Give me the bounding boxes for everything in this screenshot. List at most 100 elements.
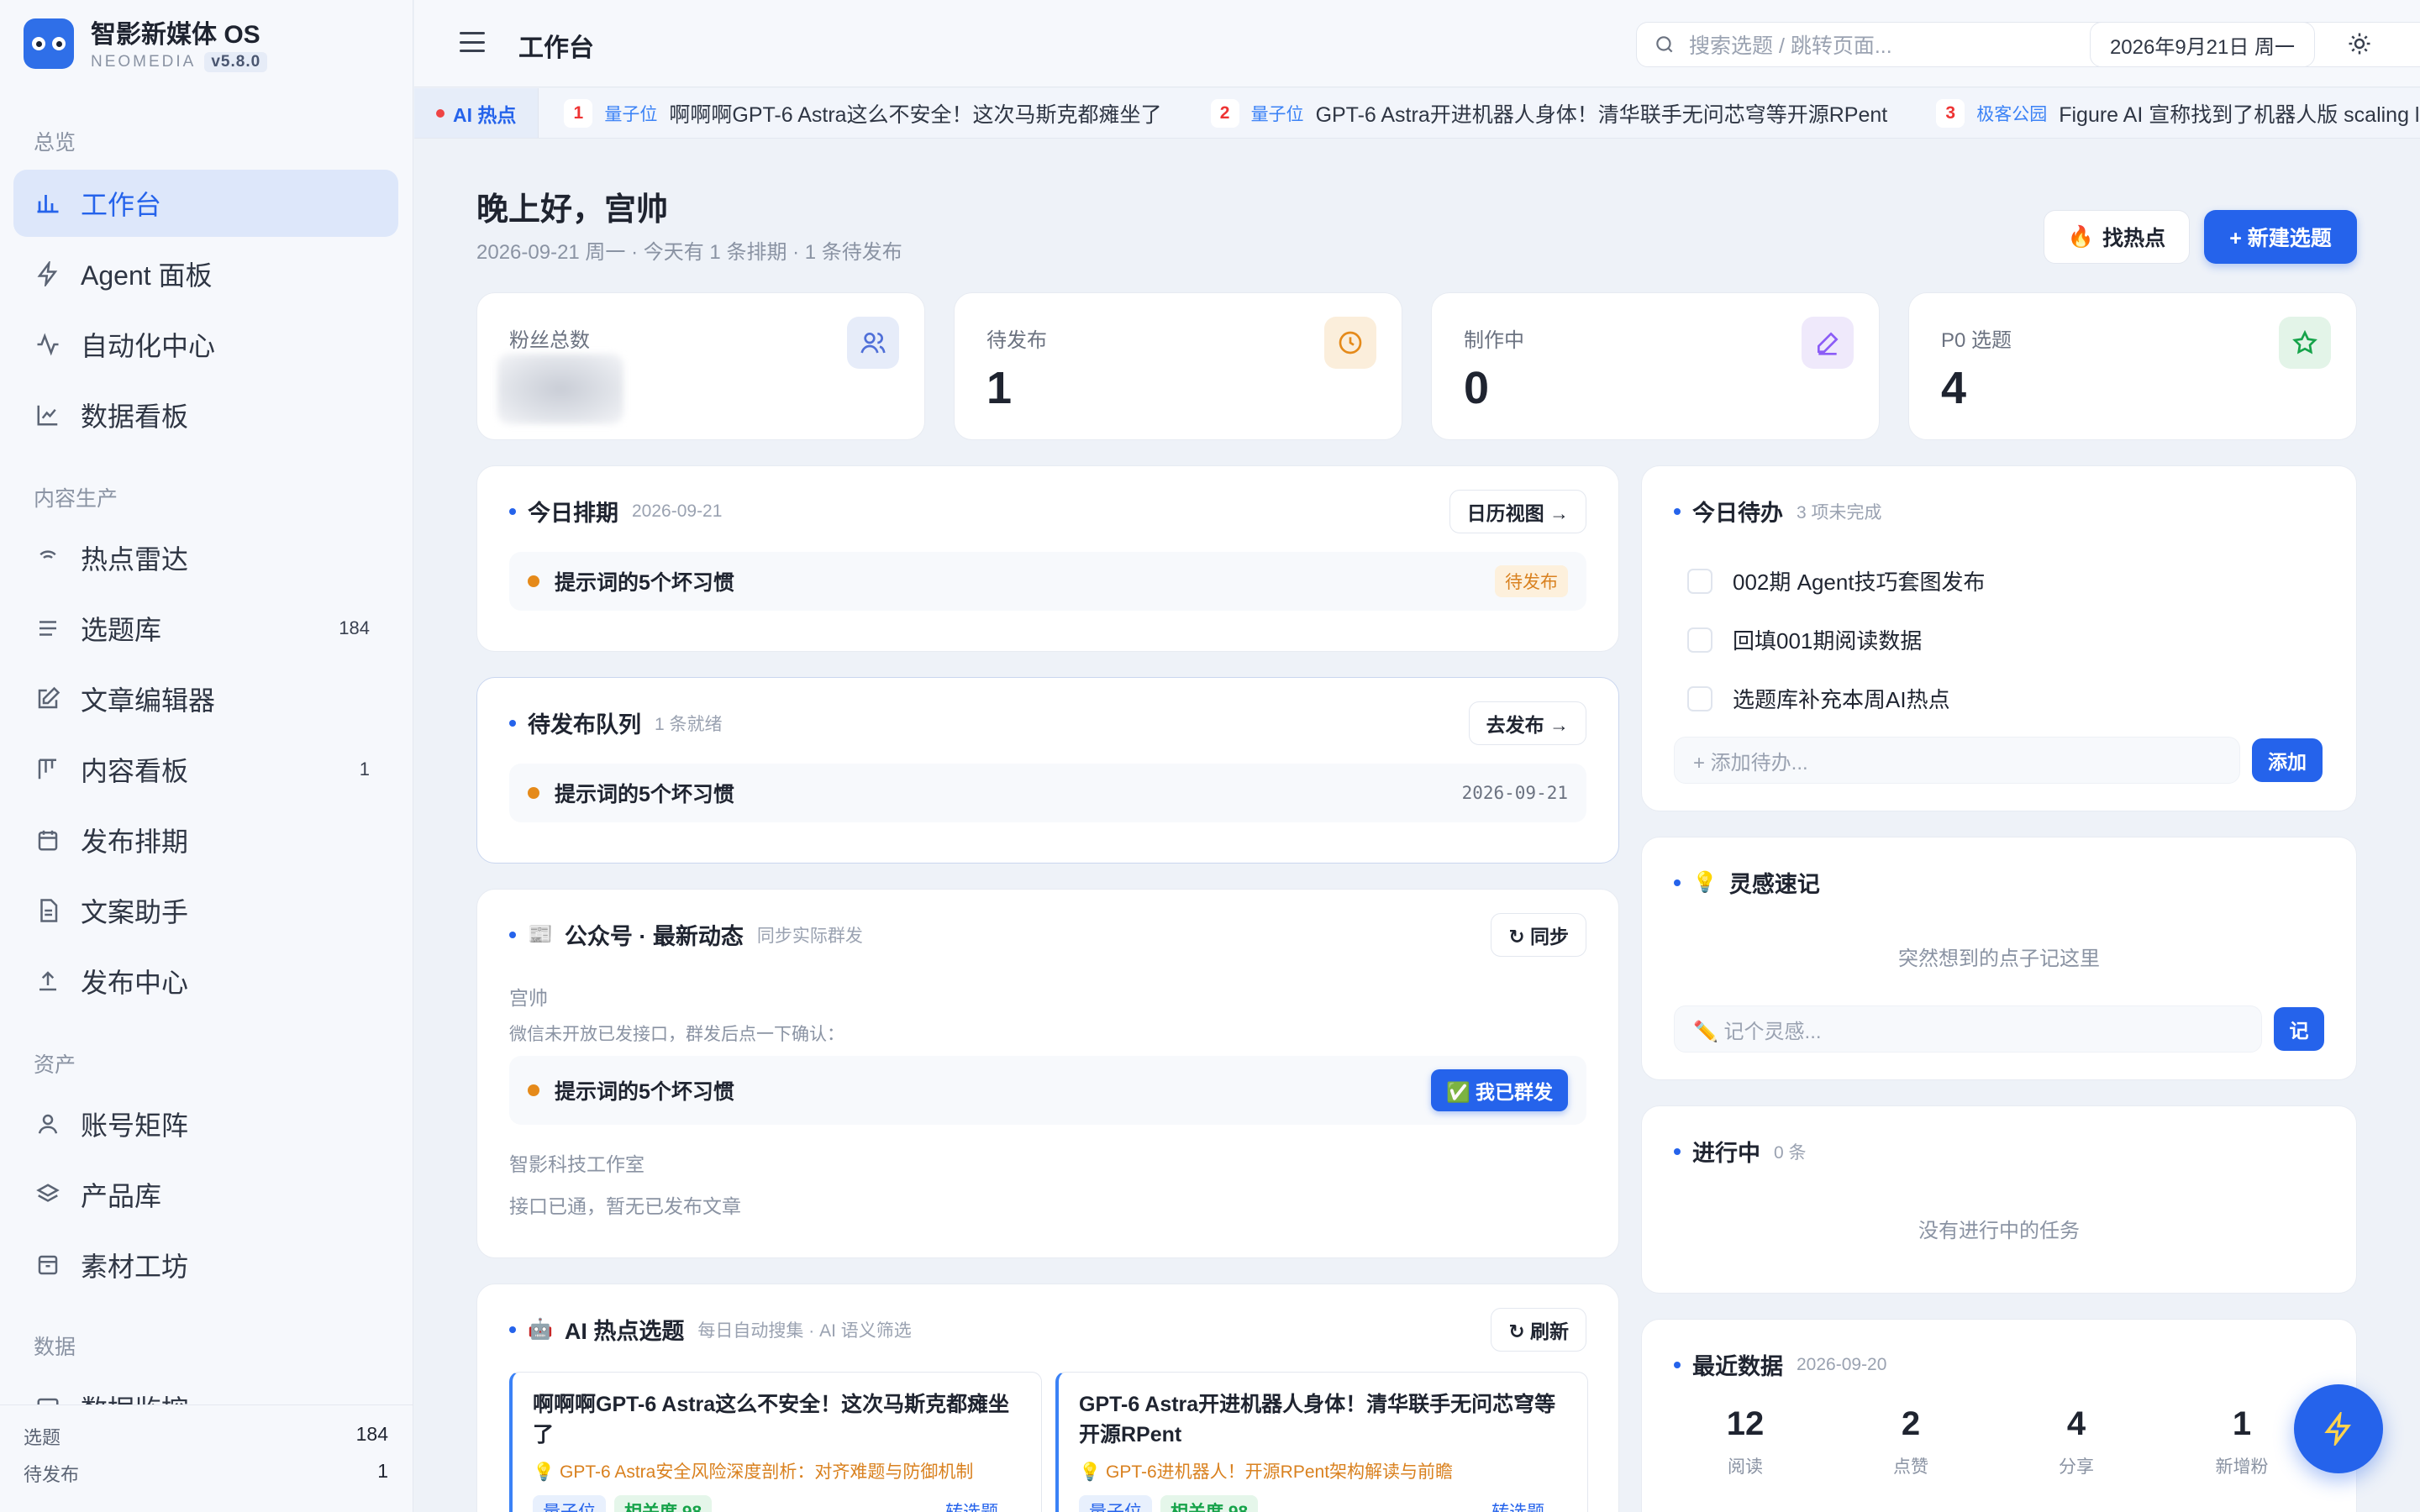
blurred-value bbox=[497, 354, 623, 424]
sidebar-item-content-board[interactable]: 内容看板 1 bbox=[13, 736, 398, 803]
sun-icon[interactable] bbox=[2344, 29, 2375, 59]
hot-topic-card[interactable]: GPT-6 Astra开进机器人身体！清华联手无问芯穹等开源RPent 💡 GP… bbox=[1055, 1372, 1588, 1512]
find-hot-button[interactable]: 🔥 找热点 bbox=[2044, 210, 2190, 264]
star-icon bbox=[2279, 317, 2331, 369]
radar-icon bbox=[34, 543, 62, 572]
schedule-row[interactable]: 提示词的5个坏习惯 待发布 bbox=[509, 552, 1586, 611]
archive-icon bbox=[34, 1251, 62, 1279]
kpi-pending: 待发布 1 bbox=[954, 292, 1402, 440]
ticker-item[interactable]: 2 量子位 GPT-6 Astra开进机器人身体！清华联手无问芯穹等开源RPent bbox=[1210, 98, 1887, 129]
todo-item[interactable]: 002期 Agent技巧套图发布 bbox=[1687, 565, 1986, 596]
greeting-title: 晚上好，宫帅 bbox=[476, 192, 669, 228]
kpi-p0-topics: P0 选题 4 bbox=[1908, 292, 2357, 440]
list-icon bbox=[34, 614, 62, 643]
newspaper-icon: 📰 bbox=[528, 923, 553, 946]
stat-topics: 选题 184 bbox=[24, 1423, 388, 1448]
sidebar-item-topic-library[interactable]: 选题库 184 bbox=[13, 595, 398, 662]
lightning-icon bbox=[2324, 1412, 2351, 1446]
refresh-button[interactable]: ↻ 刷新 bbox=[1491, 1308, 1586, 1352]
kpi-in-production: 制作中 0 bbox=[1431, 292, 1880, 440]
new-topic-button[interactable]: + 新建选题 bbox=[2204, 210, 2357, 264]
status-badge: 待发布 bbox=[1495, 565, 1568, 597]
ideas-card: 💡 灵感速记 突然想到的点子记这里 ✏️ 记个灵感... 记 bbox=[1641, 837, 2357, 1080]
ai-hot-topics-card: 🤖 AI 热点选题 每日自动搜集 · AI 语义筛选 ↻ 刷新 啊啊啊GPT-6 A… bbox=[476, 1284, 1619, 1512]
to-topic-link[interactable]: 转选题 → bbox=[1491, 1499, 1567, 1512]
todo-item[interactable]: 回填001期阅读数据 bbox=[1687, 624, 1922, 655]
document-icon bbox=[34, 896, 62, 925]
todo-checkbox[interactable] bbox=[1687, 627, 1712, 653]
sidebar-item-automation[interactable]: 自动化中心 bbox=[13, 311, 398, 378]
sidebar-item-asset-workshop[interactable]: 素材工坊 bbox=[13, 1231, 398, 1299]
idea-input[interactable]: ✏️ 记个灵感... bbox=[1674, 1005, 2262, 1053]
kanban-icon bbox=[34, 755, 62, 784]
date-display: 2026年9月21日 周一 bbox=[2090, 22, 2315, 67]
ticker-item[interactable]: 1 量子位 啊啊啊GPT-6 Astra这么不安全！这次马斯克都瘫坐了 bbox=[564, 98, 1162, 129]
sidebar-item-workbench[interactable]: 工作台 bbox=[13, 170, 398, 237]
sidebar-item-data-board[interactable]: 数据看板 bbox=[13, 381, 398, 449]
quick-action-button[interactable] bbox=[2294, 1384, 2383, 1473]
sidebar-item-hot-radar[interactable]: 热点雷达 bbox=[13, 524, 398, 591]
hot-ticker: AI 热点 1 量子位 啊啊啊GPT-6 Astra这么不安全！这次马斯克都瘫坐了 … bbox=[414, 88, 2420, 139]
version-badge: v5.8.0 bbox=[204, 52, 268, 72]
account-name: 宫帅 bbox=[509, 987, 548, 1009]
layers-icon bbox=[34, 1180, 62, 1209]
line-chart-icon bbox=[34, 401, 62, 429]
todo-item[interactable]: 选题库补充本周AI热点 bbox=[1687, 683, 1950, 714]
app-logo[interactable] bbox=[24, 18, 74, 69]
sidebar-item-agent[interactable]: Agent 面板 bbox=[13, 240, 398, 307]
sidebar-item-product-library[interactable]: 产品库 bbox=[13, 1161, 398, 1228]
add-todo-button[interactable]: 添加 bbox=[2252, 738, 2323, 782]
go-publish-button[interactable]: 去发布 → bbox=[1468, 701, 1586, 745]
pen-icon bbox=[1802, 317, 1854, 369]
upload-icon bbox=[34, 967, 62, 995]
today-schedule-card: 今日排期 2026-09-21 日历视图 → 提示词的5个坏习惯 待发布 bbox=[476, 465, 1619, 652]
confirm-sent-button[interactable]: ✅ 我已群发 bbox=[1430, 1069, 1568, 1111]
sidebar-clip: 数据监控 bbox=[0, 1383, 413, 1404]
section-production: 内容生产 bbox=[34, 487, 118, 511]
greeting-subtitle: 2026-09-21 周一 · 今天有 1 条排期 · 1 条待发布 bbox=[476, 241, 902, 264]
wechat-feed-card: 📰 公众号 · 最新动态 同步实际群发 ↻ 同步 宫帅 微信未开放已发接口，群发后点… bbox=[476, 889, 1619, 1258]
to-topic-link[interactable]: 转选题 → bbox=[945, 1499, 1021, 1512]
hot-topic-card[interactable]: 啊啊啊GPT-6 Astra这么不安全！这次马斯克都瘫坐了 💡 GPT-6 As… bbox=[509, 1372, 1042, 1512]
edit-icon bbox=[34, 685, 62, 713]
content-count-badge: 1 bbox=[359, 759, 370, 780]
activity-icon bbox=[34, 330, 62, 359]
sidebar-item-publish-center[interactable]: 发布中心 bbox=[13, 948, 398, 1015]
todo-checkbox[interactable] bbox=[1687, 568, 1712, 594]
section-data: 数据 bbox=[34, 1336, 76, 1359]
sync-button[interactable]: ↻ 同步 bbox=[1491, 913, 1586, 957]
kpi-followers: 粉丝总数 bbox=[476, 292, 925, 440]
calendar-view-button[interactable]: 日历视图 → bbox=[1449, 490, 1586, 533]
metric-reads: 12 阅读 bbox=[1726, 1405, 1765, 1477]
page-title: 工作台 bbox=[518, 34, 594, 62]
metric-shares: 4 分享 bbox=[2059, 1405, 2094, 1477]
brand-name: 智影新媒体 OS bbox=[91, 21, 260, 49]
todo-checkbox[interactable] bbox=[1687, 685, 1712, 711]
fire-icon: 🔥 bbox=[2067, 224, 2095, 249]
wechat-row: 提示词的5个坏习惯 ✅ 我已群发 bbox=[509, 1056, 1586, 1125]
sidebar-item-schedule[interactable]: 发布排期 bbox=[13, 806, 398, 874]
save-idea-button[interactable]: 记 bbox=[2274, 1007, 2324, 1051]
wechat-note: 微信未开放已发接口，群发后点一下确认： bbox=[509, 1025, 844, 1044]
sidebar-item-article-editor[interactable]: 文章编辑器 bbox=[13, 665, 398, 732]
ticker-tag[interactable]: AI 热点 bbox=[414, 88, 539, 138]
sidebar: 智影新媒体 OS NEOMEDIA v5.8.0 总览 工作台 Agent 面板 … bbox=[0, 0, 413, 1512]
sidebar-item-copy-assistant[interactable]: 文案助手 bbox=[13, 877, 398, 944]
publish-queue-card: 待发布队列 1 条就绪 去发布 → 提示词的5个坏习惯 2026-09-21 bbox=[476, 677, 1619, 864]
search-icon bbox=[1656, 36, 1673, 53]
wechat-note: 接口已通，暂无已发布文章 bbox=[509, 1195, 741, 1217]
in-progress-empty-text: 没有进行中的任务 bbox=[1918, 1220, 2080, 1242]
lightbulb-icon: 💡 bbox=[1692, 871, 1718, 894]
main-content: 晚上好，宫帅 2026-09-21 周一 · 今天有 1 条排期 · 1 条待发… bbox=[414, 139, 2420, 1512]
ticker-item[interactable]: 3 极客公园 Figure AI 宣称找到了机器人版 scaling law bbox=[1936, 98, 2420, 129]
menu-icon[interactable] bbox=[460, 32, 485, 52]
bar-chart-icon bbox=[34, 189, 62, 218]
todo-input[interactable]: + 添加待办... bbox=[1674, 737, 2240, 784]
calendar-icon bbox=[34, 826, 62, 854]
sidebar-item-account-matrix[interactable]: 账号矩阵 bbox=[13, 1090, 398, 1158]
sidebar-item-data-monitor[interactable]: 数据监控 bbox=[13, 1383, 398, 1404]
users-icon bbox=[847, 317, 899, 369]
section-assets: 资产 bbox=[34, 1053, 76, 1077]
user-icon bbox=[34, 1110, 62, 1138]
queue-row[interactable]: 提示词的5个坏习惯 2026-09-21 bbox=[509, 764, 1586, 822]
